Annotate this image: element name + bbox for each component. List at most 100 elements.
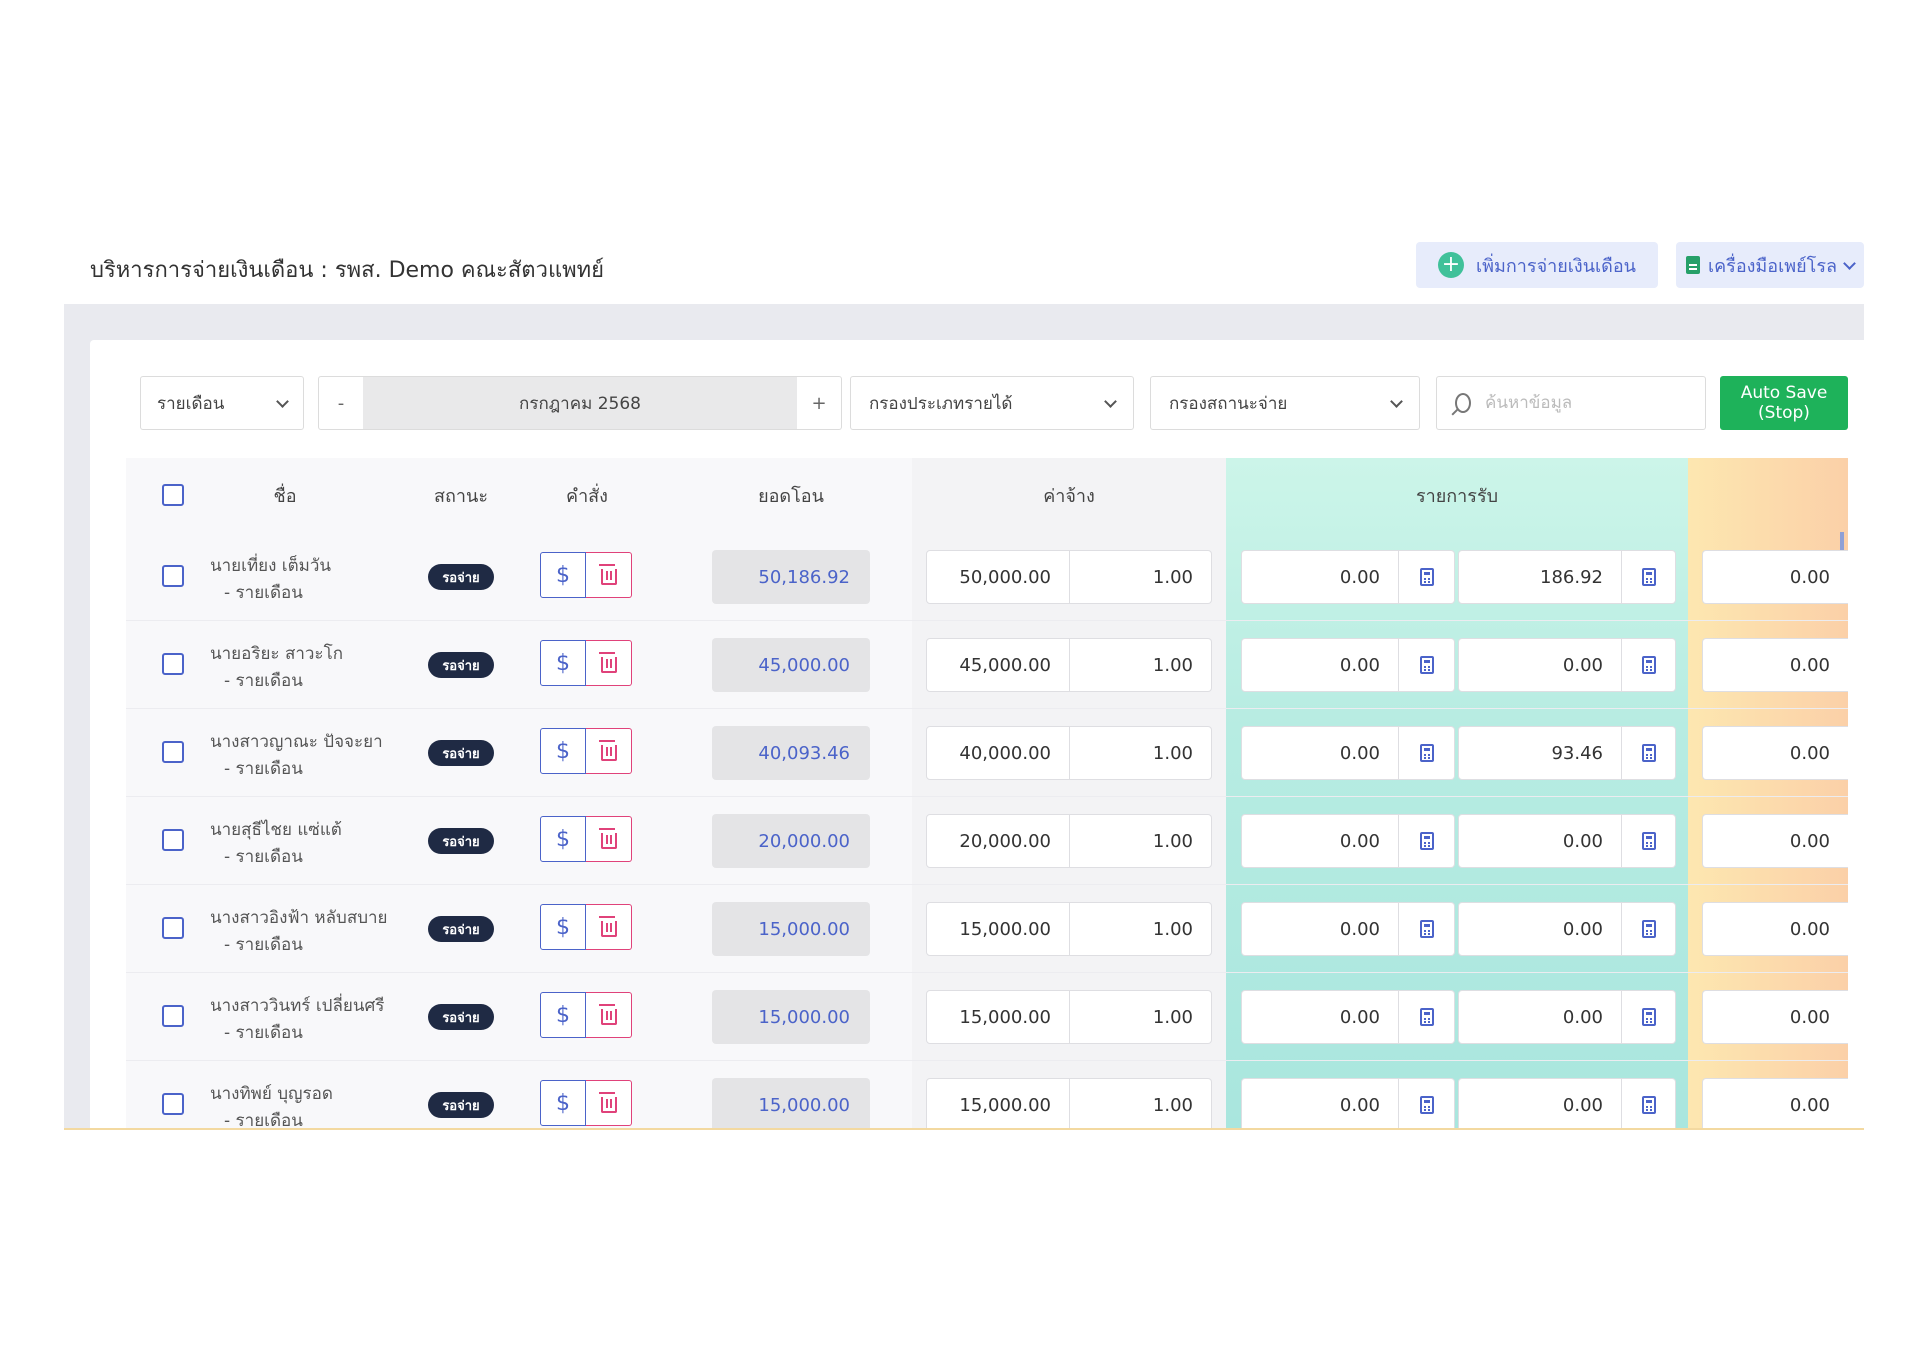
delete-button[interactable]: [586, 552, 632, 598]
income-input-1[interactable]: 0.00: [1241, 990, 1399, 1044]
table-row: นายอริยะ สาวะโก - รายเดือน รอจ่าย $45,000.0…: [126, 620, 1848, 709]
wage-input[interactable]: 40,000.00: [926, 726, 1070, 780]
deduction-input[interactable]: 0.00: [1702, 814, 1848, 868]
row-checkbox[interactable]: [162, 829, 184, 851]
employee-name[interactable]: นางสาวญาณะ ปัจจะยา: [210, 728, 383, 755]
row-checkbox[interactable]: [162, 741, 184, 763]
month-prev-button[interactable]: -: [319, 377, 363, 429]
month-value[interactable]: กรกฎาคม 2568: [363, 377, 797, 429]
add-payroll-button[interactable]: + เพิ่มการจ่ายเงินเดือน: [1416, 242, 1658, 288]
income-calc-button-2[interactable]: [1622, 990, 1676, 1044]
wage-factor-input[interactable]: 1.00: [1070, 814, 1212, 868]
income-input-1[interactable]: 0.00: [1241, 902, 1399, 956]
delete-button[interactable]: [586, 1080, 632, 1126]
wage-factor-input[interactable]: 1.00: [1070, 638, 1212, 692]
row-checkbox[interactable]: [162, 917, 184, 939]
deduction-input[interactable]: 0.00: [1702, 638, 1848, 692]
wage-input[interactable]: 50,000.00: [926, 550, 1070, 604]
income-calc-button-1[interactable]: [1399, 550, 1455, 604]
row-checkbox-cell: [162, 1005, 184, 1027]
income-input-2[interactable]: 0.00: [1458, 638, 1622, 692]
employee-name[interactable]: นางสาวอิงฟ้า หลับสบาย: [210, 904, 388, 931]
pay-button[interactable]: $: [540, 1080, 586, 1126]
income-input-2[interactable]: 0.00: [1458, 902, 1622, 956]
income-input-2[interactable]: 0.00: [1458, 1078, 1622, 1128]
wage-input[interactable]: 15,000.00: [926, 990, 1070, 1044]
delete-button[interactable]: [586, 904, 632, 950]
period-select[interactable]: รายเดือน: [140, 376, 304, 430]
row-checkbox[interactable]: [162, 653, 184, 675]
income-calc-button-2[interactable]: [1622, 638, 1676, 692]
search-input[interactable]: [1483, 392, 1687, 414]
income-input-1[interactable]: 0.00: [1241, 1078, 1399, 1128]
deduction-input[interactable]: 0.00: [1702, 902, 1848, 956]
header-name[interactable]: ชื่อ: [210, 458, 360, 532]
pay-button[interactable]: $: [540, 552, 586, 598]
income-calc-button-1[interactable]: [1399, 1078, 1455, 1128]
employee-name[interactable]: นายเที่ยง เต็มวัน: [210, 552, 331, 579]
income-input-1[interactable]: 0.00: [1241, 550, 1399, 604]
deduction-input[interactable]: 0.00: [1702, 726, 1848, 780]
header-status[interactable]: สถานะ: [376, 458, 546, 532]
employee-name[interactable]: นายอริยะ สาวะโก: [210, 640, 343, 667]
wage-input[interactable]: 20,000.00: [926, 814, 1070, 868]
income-input-2[interactable]: 186.92: [1458, 550, 1622, 604]
month-next-button[interactable]: +: [797, 377, 841, 429]
employee-name[interactable]: นางสาววินทร์ เปลี่ยนศรี: [210, 992, 384, 1019]
employee-name[interactable]: นางทิพย์ บุญรอด: [210, 1080, 333, 1107]
auto-save-state: (Stop): [1758, 403, 1810, 423]
wage-input[interactable]: 15,000.00: [926, 1078, 1070, 1128]
income-calc-button-1[interactable]: [1399, 990, 1455, 1044]
income-calc-button-1[interactable]: [1399, 726, 1455, 780]
pay-status-filter[interactable]: กรองสถานะจ่าย: [1150, 376, 1420, 430]
payroll-tools-button[interactable]: เครื่องมือเพย์โรล: [1676, 242, 1864, 288]
income-input-1[interactable]: 0.00: [1241, 814, 1399, 868]
income-calc-button-2[interactable]: [1622, 1078, 1676, 1128]
auto-save-button[interactable]: Auto Save (Stop): [1720, 376, 1848, 430]
dollar-icon: $: [556, 650, 570, 676]
deduction-input[interactable]: 0.00: [1702, 990, 1848, 1044]
header-transfer[interactable]: ยอดโอน: [712, 458, 870, 532]
row-checkbox[interactable]: [162, 1093, 184, 1115]
income-calc-button-2[interactable]: [1622, 814, 1676, 868]
income-calc-button-2[interactable]: [1622, 550, 1676, 604]
pay-button[interactable]: $: [540, 992, 586, 1038]
header-income[interactable]: รายการรับ: [1226, 458, 1688, 532]
pay-button[interactable]: $: [540, 816, 586, 862]
income-calc-button-2[interactable]: [1622, 726, 1676, 780]
income-calc-button-1[interactable]: [1399, 902, 1455, 956]
wage-input[interactable]: 15,000.00: [926, 902, 1070, 956]
income-input-1[interactable]: 0.00: [1241, 638, 1399, 692]
wage-input[interactable]: 45,000.00: [926, 638, 1070, 692]
deduction-input[interactable]: 0.00: [1702, 550, 1848, 604]
employee-name[interactable]: นายสุธีไชย แซ่แต้: [210, 816, 342, 843]
wage-factor-input[interactable]: 1.00: [1070, 726, 1212, 780]
row-checkbox-cell: [162, 829, 184, 851]
wage-factor-input[interactable]: 1.00: [1070, 550, 1212, 604]
income-type-filter[interactable]: กรองประเภทรายได้: [850, 376, 1134, 430]
row-checkbox[interactable]: [162, 1005, 184, 1027]
income-calc-button-2[interactable]: [1622, 902, 1676, 956]
wage-factor-input[interactable]: 1.00: [1070, 1078, 1212, 1128]
pay-button[interactable]: $: [540, 728, 586, 774]
transfer-amount: 20,000.00: [712, 814, 870, 868]
income-input-1[interactable]: 0.00: [1241, 726, 1399, 780]
income-input-2[interactable]: 0.00: [1458, 990, 1622, 1044]
pay-button[interactable]: $: [540, 640, 586, 686]
select-all-checkbox[interactable]: [162, 484, 184, 506]
delete-button[interactable]: [586, 816, 632, 862]
delete-button[interactable]: [586, 728, 632, 774]
delete-button[interactable]: [586, 992, 632, 1038]
deduction-input[interactable]: 0.00: [1702, 1078, 1848, 1128]
income-calc-button-1[interactable]: [1399, 638, 1455, 692]
wage-factor-input[interactable]: 1.00: [1070, 902, 1212, 956]
income-calc-button-1[interactable]: [1399, 814, 1455, 868]
income-input-2[interactable]: 0.00: [1458, 814, 1622, 868]
row-checkbox[interactable]: [162, 565, 184, 587]
header-wage[interactable]: ค่าจ้าง: [912, 458, 1226, 532]
income-input-2[interactable]: 93.46: [1458, 726, 1622, 780]
pay-button[interactable]: $: [540, 904, 586, 950]
table-row: นางสาวญาณะ ปัจจะยา - รายเดือน รอจ่าย $40,09…: [126, 708, 1848, 797]
wage-factor-input[interactable]: 1.00: [1070, 990, 1212, 1044]
delete-button[interactable]: [586, 640, 632, 686]
